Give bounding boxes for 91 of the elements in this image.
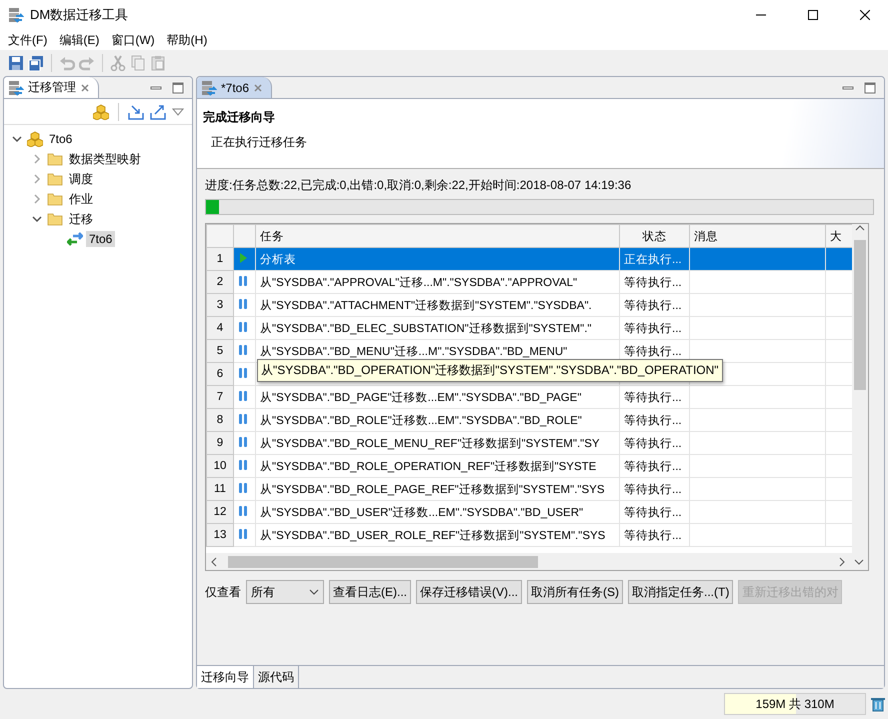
save-icon[interactable] — [8, 55, 24, 71]
row-number: 1 — [206, 248, 234, 270]
row-number: 9 — [206, 432, 234, 454]
close-icon[interactable] — [860, 10, 870, 20]
row-number: 2 — [206, 270, 234, 294]
row-number: 10 — [206, 454, 234, 478]
tree-item[interactable]: 迁移 — [66, 210, 96, 228]
table-cell: 等待执行... — [620, 454, 690, 478]
table-cell: 从"SYSDBA"."APPROVAL"迁移...M"."SYSDBA"."APPROVAL" — [256, 270, 620, 294]
table-cell: 从"SYSDBA"."BD_ROLE_OPERATION_REF"迁移数据到"SYSTE — [256, 454, 620, 478]
table-cell: 等待执行... — [620, 478, 690, 500]
filter-dropdown[interactable]: 所有 — [246, 580, 324, 604]
folder-icon — [47, 171, 63, 187]
wizard-title: 完成迁移向导 — [203, 109, 276, 126]
tree-item[interactable]: 7to6 — [46, 131, 76, 147]
trash-icon[interactable] — [870, 696, 886, 712]
scroll-right-icon[interactable] — [838, 556, 846, 566]
app-icon — [201, 80, 217, 96]
horizontal-scrollbar[interactable] — [206, 553, 868, 570]
folder-icon — [47, 191, 63, 207]
action-button[interactable]: 取消指定任务...(T) — [628, 580, 734, 604]
table-cell: 等待执行... — [620, 316, 690, 340]
action-button[interactable]: 查看日志(E)... — [329, 580, 411, 604]
row-number: 11 — [206, 478, 234, 500]
scroll-left-icon[interactable] — [210, 556, 218, 566]
tree-item[interactable]: 作业 — [66, 190, 96, 208]
save-all-icon[interactable] — [28, 55, 44, 71]
table-cell: 从"SYSDBA"."ATTACHMENT"迁移数据到"SYSTEM"."SYSDBA". — [256, 294, 620, 316]
row-number: 6 — [206, 362, 234, 386]
vertical-scrollbar[interactable] — [852, 224, 868, 553]
app-icon — [8, 80, 24, 96]
menu-item[interactable]: 窗口(W) — [105, 32, 161, 48]
row-number: 8 — [206, 408, 234, 432]
memory-meter[interactable]: 159M 共 310M — [724, 693, 866, 715]
scroll-up-icon[interactable] — [855, 224, 865, 232]
action-button[interactable]: 保存迁移错误(V)... — [416, 580, 522, 604]
column-header[interactable]: 大 — [826, 224, 852, 248]
row-number: 13 — [206, 524, 234, 546]
row-number: 7 — [206, 386, 234, 408]
row-number: 4 — [206, 316, 234, 340]
scroll-down-icon[interactable] — [854, 558, 864, 566]
tree-item[interactable]: 7to6 — [86, 231, 116, 247]
table-cell: 等待执行... — [620, 408, 690, 432]
table-cell: 从"SYSDBA"."BD_USER_ROLE_REF"迁移数据到"SYSTEM"."SYS — [256, 524, 620, 546]
table-cell: 分析表 — [256, 248, 620, 270]
menu-item[interactable]: 编辑(E) — [53, 32, 106, 48]
column-header[interactable]: 状态 — [620, 224, 690, 248]
folder-icon — [47, 151, 63, 167]
tooltip: 从"SYSDBA"."BD_OPERATION"迁移数据到"SYSTEM"."SYSDBA"."BD_OPERATION" — [257, 359, 723, 382]
menu-item[interactable]: 文件(F) — [2, 32, 54, 48]
menu-item[interactable]: 帮助(H) — [160, 32, 214, 48]
page-tab[interactable]: 迁移向导 — [197, 666, 254, 688]
table-cell: 从"SYSDBA"."BD_USER"迁移数...EM"."SYSDBA"."BD_USER" — [256, 500, 620, 524]
import-icon[interactable] — [128, 104, 144, 120]
tree-item[interactable]: 调度 — [66, 170, 96, 188]
progress-text: 进度:任务总数:22,已完成:0,出错:0,取消:0,剩余:22,开始时间:2018-08-07 14:19:36 — [205, 177, 632, 194]
row-number: 5 — [206, 340, 234, 362]
wizard-subtitle: 正在执行迁移任务 — [211, 134, 308, 151]
column-header[interactable]: 任务 — [256, 224, 620, 248]
table-cell: 等待执行... — [620, 294, 690, 316]
cubes-icon — [27, 131, 43, 147]
memory-text: 159M 共 310M — [756, 696, 834, 712]
row-number: 12 — [206, 500, 234, 524]
maximize-icon[interactable] — [808, 10, 818, 20]
table-cell: 从"SYSDBA"."BD_ROLE_MENU_REF"迁移数据到"SYSTEM"."SY — [256, 432, 620, 454]
tree-item[interactable]: 数据类型映射 — [66, 150, 144, 168]
page-tab[interactable]: 源代码 — [254, 666, 299, 688]
arrows-icon — [67, 231, 83, 247]
table-cell: 等待执行... — [620, 500, 690, 524]
app-icon — [8, 7, 24, 23]
table-cell: 等待执行... — [620, 432, 690, 454]
table-cell: 等待执行... — [620, 524, 690, 546]
row-number: 3 — [206, 294, 234, 316]
panel-tab[interactable]: 迁移管理 — [4, 77, 99, 98]
window-title: DM数据迁移工具 — [30, 6, 130, 24]
editor-tab[interactable]: *7to6 — [197, 77, 272, 98]
chevron-icon[interactable] — [309, 589, 319, 595]
table-cell: 从"SYSDBA"."BD_PAGE"迁移数...EM"."SYSDBA"."BD_PAGE" — [256, 386, 620, 408]
action-button[interactable]: 取消所有任务(S) — [527, 580, 623, 604]
column-header[interactable]: 消息 — [690, 224, 826, 248]
table-cell: 正在执行... — [620, 248, 690, 270]
folder-icon — [47, 211, 63, 227]
export-icon[interactable] — [150, 104, 166, 120]
filter-label: 仅查看 — [205, 584, 241, 600]
table-cell: 从"SYSDBA"."BD_ROLE"迁移数...EM"."SYSDBA"."BD_ROLE" — [256, 408, 620, 432]
dropdown-icon[interactable] — [172, 106, 184, 116]
table-cell: 从"SYSDBA"."BD_ROLE_PAGE_REF"迁移数据到"SYSTEM"."SYS — [256, 478, 620, 500]
table-cell: 等待执行... — [620, 270, 690, 294]
table-cell: 等待执行... — [620, 386, 690, 408]
table-cell: 从"SYSDBA"."BD_ELEC_SUBSTATION"迁移数据到"SYSTEM"." — [256, 316, 620, 340]
cubes-icon[interactable] — [93, 104, 109, 120]
